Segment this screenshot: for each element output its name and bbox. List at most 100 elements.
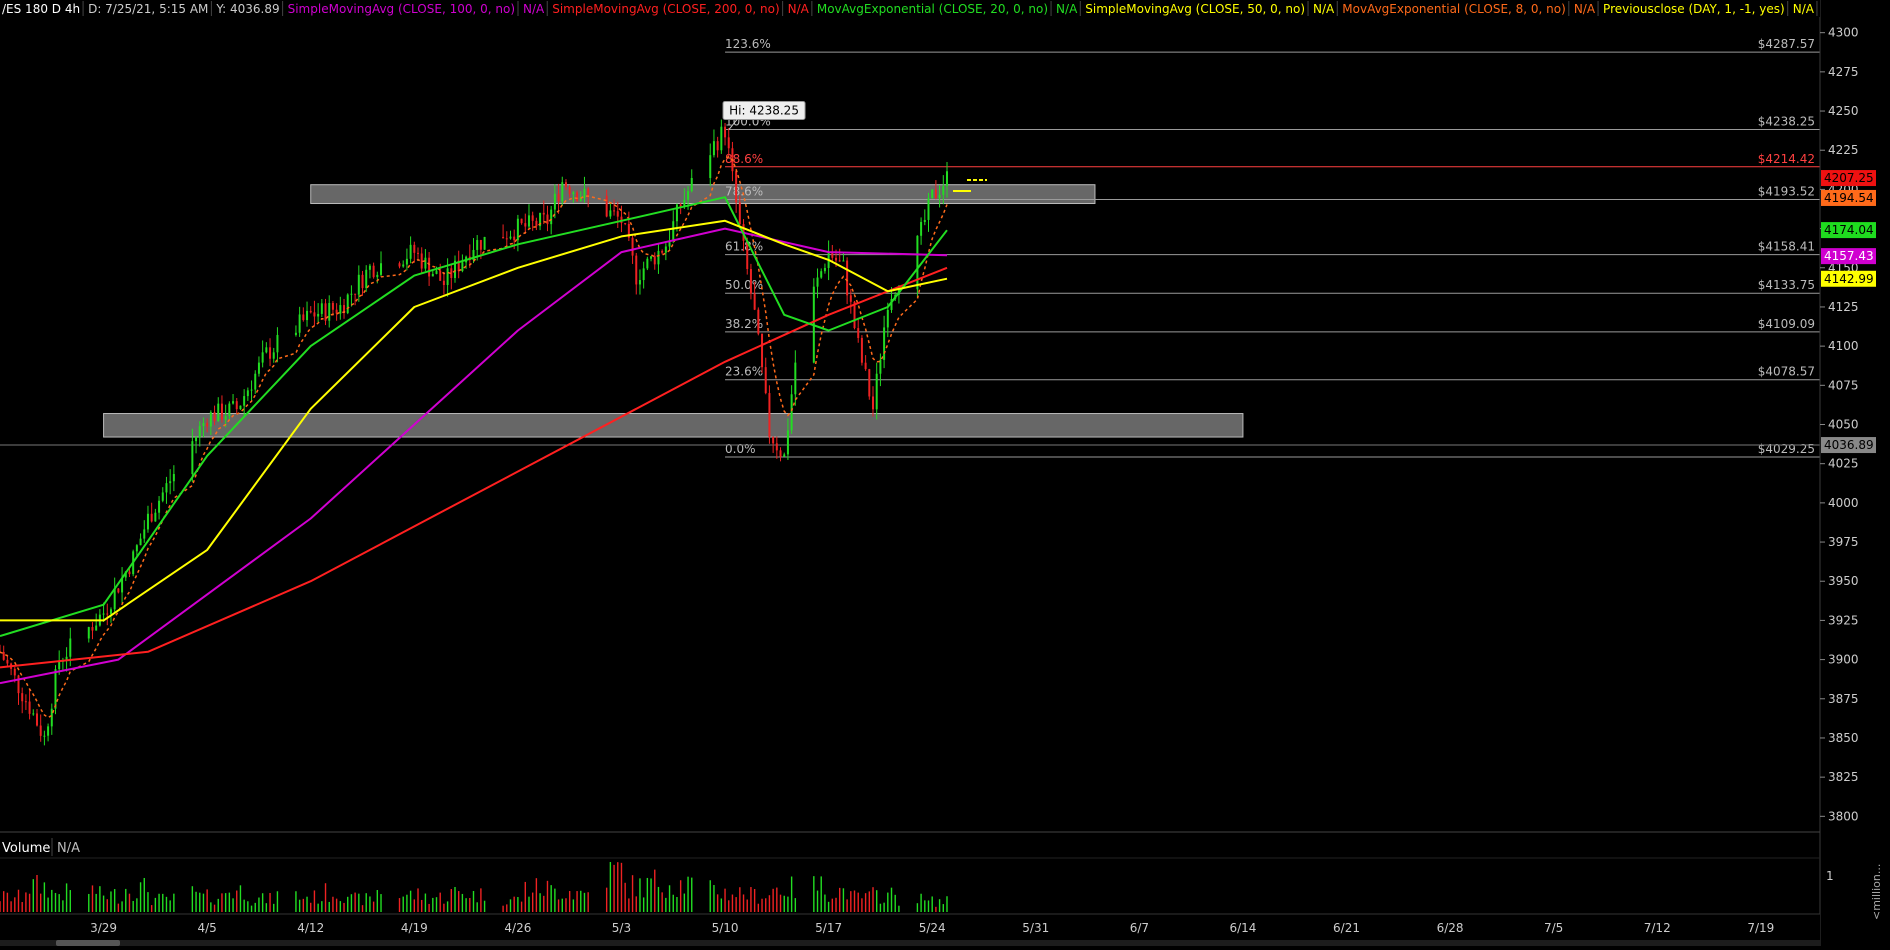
fib-price-label: $4158.41 bbox=[1758, 240, 1815, 254]
y-tick-label: 4025 bbox=[1828, 457, 1859, 471]
volume-bar bbox=[102, 895, 105, 912]
volume-bar bbox=[617, 862, 619, 912]
x-tick-label: 7/5 bbox=[1544, 921, 1563, 935]
candle-body bbox=[50, 708, 53, 727]
volume-bar bbox=[457, 891, 460, 912]
candle-body bbox=[690, 178, 693, 192]
candle-body bbox=[461, 262, 464, 272]
x-tick-label: 5/3 bbox=[612, 921, 631, 935]
candle-body bbox=[6, 659, 9, 664]
volume-bar bbox=[195, 891, 197, 912]
x-tick-label: 6/21 bbox=[1333, 921, 1360, 935]
volume-bar bbox=[62, 900, 64, 912]
candle-body bbox=[417, 252, 420, 254]
candle-body bbox=[835, 257, 838, 261]
volume-bar bbox=[317, 903, 319, 912]
candle-body bbox=[272, 352, 275, 359]
candle-body bbox=[243, 396, 246, 406]
volume-bar bbox=[550, 885, 552, 912]
x-tick-label: 4/5 bbox=[197, 921, 216, 935]
candle-body bbox=[479, 240, 482, 250]
volume-value: N/A bbox=[57, 841, 80, 856]
fib-percent-label: 50.0% bbox=[725, 278, 763, 292]
volume-bar bbox=[169, 900, 171, 912]
candle-body bbox=[302, 314, 305, 321]
candle-body bbox=[35, 713, 38, 726]
candle-body bbox=[587, 188, 590, 196]
chart-svg[interactable]: 123.6% $4287.57100.0% $4238.2588.6% $4214.4… bbox=[0, 0, 1890, 946]
candle-body bbox=[920, 221, 923, 236]
candle-body bbox=[32, 713, 35, 715]
volume-bar bbox=[69, 890, 71, 912]
x-tick-label: 6/7 bbox=[1130, 921, 1149, 935]
volume-bar bbox=[243, 899, 245, 912]
volume-bar bbox=[402, 896, 404, 912]
volume-bar bbox=[295, 891, 297, 912]
volume-bar bbox=[931, 896, 933, 912]
y-tick-label: 4125 bbox=[1828, 300, 1859, 314]
candle-body bbox=[350, 293, 353, 295]
candle-body bbox=[820, 271, 823, 278]
candle-body bbox=[886, 309, 889, 328]
volume-bar bbox=[898, 905, 900, 912]
volume-bar bbox=[731, 894, 734, 912]
candle-body bbox=[372, 265, 375, 278]
volume-bar bbox=[938, 899, 941, 912]
volume-bar bbox=[424, 893, 427, 912]
volume-bar bbox=[580, 890, 582, 912]
volume-bar bbox=[239, 885, 242, 912]
volume-bar bbox=[191, 886, 194, 912]
volume-bar bbox=[735, 897, 737, 912]
volume-bar bbox=[916, 903, 919, 912]
candle-body bbox=[483, 236, 486, 250]
volume-bar bbox=[820, 876, 822, 912]
volume-bar bbox=[0, 901, 1, 912]
volume-bar bbox=[143, 877, 145, 912]
volume-bar bbox=[876, 890, 878, 912]
candle-body bbox=[757, 309, 760, 334]
candle-body bbox=[576, 192, 579, 201]
candle-body bbox=[842, 260, 845, 262]
volume-bar bbox=[779, 894, 782, 912]
volume-bar bbox=[406, 894, 408, 912]
volume-bar bbox=[158, 893, 160, 912]
volume-bar bbox=[173, 893, 175, 912]
volume-bar bbox=[835, 897, 837, 912]
volume-bar bbox=[150, 905, 153, 912]
candle-body bbox=[709, 155, 712, 179]
volume-bar bbox=[265, 903, 268, 912]
volume-bar bbox=[942, 904, 944, 912]
candle-body bbox=[638, 280, 641, 285]
volume-bar bbox=[794, 898, 797, 912]
y-tick-label: 3900 bbox=[1828, 653, 1859, 667]
volume-bar bbox=[32, 879, 34, 912]
volume-bar bbox=[772, 888, 774, 912]
volume-bar bbox=[217, 898, 219, 912]
price-badge-label: 4174.04 bbox=[1824, 223, 1874, 237]
fib-price-label: $4214.42 bbox=[1758, 152, 1815, 166]
candle-body bbox=[320, 303, 323, 314]
volume-bar bbox=[276, 891, 279, 912]
candle-body bbox=[361, 274, 364, 289]
candle-body bbox=[516, 218, 519, 241]
candle-body bbox=[931, 189, 934, 199]
candle-body bbox=[642, 268, 645, 281]
fib-price-label: $4238.25 bbox=[1758, 114, 1815, 128]
volume-bar bbox=[546, 880, 549, 912]
scrollbar-thumb[interactable] bbox=[56, 940, 120, 946]
volume-bar bbox=[850, 891, 852, 912]
volume-bar bbox=[742, 894, 745, 912]
price-axis[interactable] bbox=[1820, 0, 1890, 946]
candle-body bbox=[568, 187, 571, 195]
volume-bar bbox=[635, 896, 637, 912]
fib-percent-label: 78.6% bbox=[725, 185, 763, 199]
volume-bar bbox=[106, 899, 108, 912]
candle-body bbox=[823, 267, 826, 272]
volume-bar bbox=[298, 899, 301, 912]
candle-body bbox=[927, 198, 930, 220]
volume-bar bbox=[306, 896, 308, 912]
price-badge-label: 4157.43 bbox=[1824, 249, 1874, 263]
volume-bar bbox=[202, 893, 205, 912]
volume-bar bbox=[310, 902, 312, 912]
horizontal-scrollbar[interactable] bbox=[0, 940, 1820, 946]
